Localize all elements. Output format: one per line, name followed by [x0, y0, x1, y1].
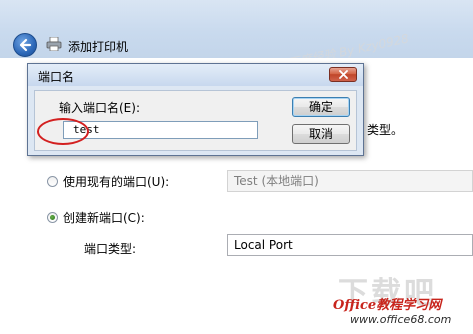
dialog-body: 输入端口名(E): test 确定 取消 — [34, 90, 357, 151]
wizard-titlebar: 添加打印机 百度经验 By Kzy0928 — [0, 0, 473, 71]
back-arrow-icon — [19, 38, 32, 52]
watermark-url: www.office68.com — [350, 313, 452, 326]
use-existing-port-radio[interactable] — [47, 176, 58, 187]
annotation-circle — [37, 118, 89, 145]
cancel-button[interactable]: 取消 — [292, 124, 350, 144]
printer-icon — [46, 37, 62, 51]
create-new-port-label[interactable]: 创建新端口(C): — [63, 209, 145, 226]
port-type-select[interactable]: Local Port — [227, 234, 473, 256]
dialog-titlebar: 端口名 — [28, 64, 363, 86]
partial-description: 类型。 — [367, 123, 404, 137]
port-type-label: 端口类型: — [84, 242, 137, 256]
port-name-label: 输入端口名(E): — [59, 101, 140, 115]
add-printer-wizard: 添加打印机 百度经验 By Kzy0928 类型。 使用现有的端口(U): Te… — [0, 0, 473, 334]
ok-button[interactable]: 确定 — [292, 97, 350, 117]
wizard-title: 添加打印机 — [68, 40, 129, 54]
close-icon — [339, 70, 348, 79]
use-existing-port-label[interactable]: 使用现有的端口(U): — [63, 173, 169, 190]
existing-port-select[interactable]: Test (本地端口) — [227, 170, 473, 192]
close-button[interactable] — [329, 67, 357, 82]
watermark-brand: Office教程学习网 — [333, 298, 442, 313]
dialog-title: 端口名 — [38, 70, 75, 84]
create-new-port-radio[interactable] — [47, 212, 58, 223]
port-name-input[interactable]: test — [63, 121, 258, 139]
back-button[interactable] — [13, 33, 37, 57]
